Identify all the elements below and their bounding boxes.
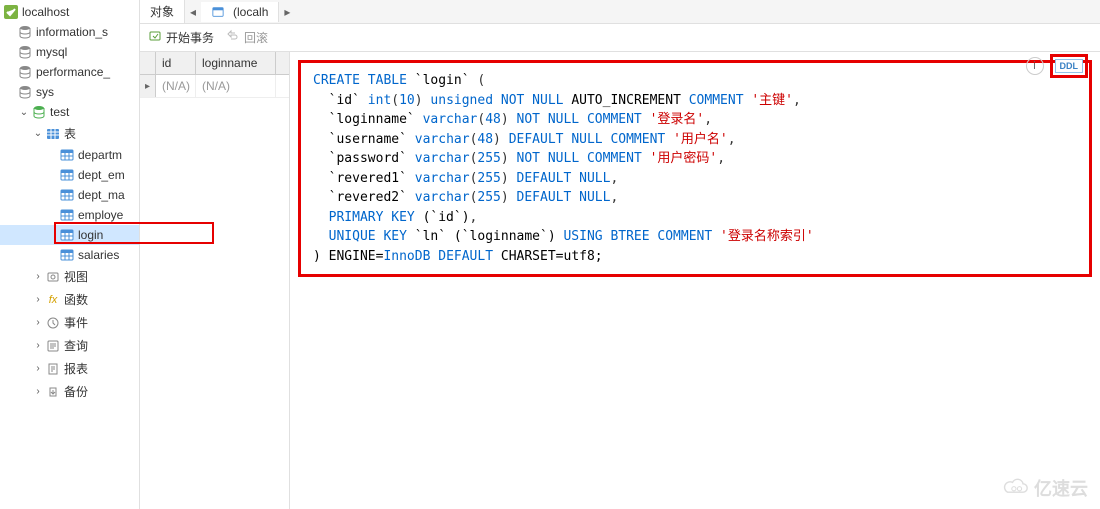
grid-header-row: id loginname [140,52,289,75]
cell-loginname[interactable]: (N/A) [196,75,276,97]
ddl-code-box[interactable]: CREATE TABLE `login` ( `id` int(10) unsi… [298,60,1092,277]
row-marker-header [140,52,156,74]
col-header-id[interactable]: id [156,52,196,74]
data-grid: id loginname ▸ (N/A) (N/A) [140,52,290,509]
db-node-information[interactable]: information_s [0,22,139,42]
btn-label: 回滚 [244,29,268,46]
chevron-right-icon[interactable]: › [32,340,44,352]
cloud-icon [1002,478,1030,498]
table-node-departm[interactable]: departm [0,145,139,165]
table-label: employe [78,208,123,222]
table-group-icon [46,127,60,141]
views-label: 视图 [64,268,88,285]
tab-label: (localh [233,5,268,19]
ddl-button-highlight: DDL [1050,54,1089,78]
tab-next-button[interactable]: ▸ [279,5,295,19]
begin-transaction-button[interactable]: 开始事务 [148,29,214,46]
db-node-mysql[interactable]: mysql [0,42,139,62]
events-label: 事件 [64,314,88,331]
db-tree-sidebar: localhost information_s mysql performanc… [0,0,140,509]
table-icon [60,168,74,182]
chevron-right-icon[interactable]: › [32,317,44,329]
db-label: test [50,105,69,119]
ddl-button[interactable]: DDL [1055,59,1084,73]
tables-label: 表 [64,125,76,142]
db-label: information_s [36,25,108,39]
chevron-right-icon[interactable]: › [32,386,44,398]
function-icon: fx [46,293,60,307]
tab-current[interactable]: (localh [201,2,279,22]
views-icon [46,270,60,284]
connection-icon [4,5,18,19]
db-node-sys[interactable]: sys [0,82,139,102]
connection-label: localhost [22,5,69,19]
grid-row[interactable]: ▸ (N/A) (N/A) [140,75,289,98]
table-icon [60,228,74,242]
reports-label: 报表 [64,360,88,377]
table-label: dept_ma [78,188,125,202]
toolbar: 开始事务 回滚 [140,24,1100,52]
chevron-right-icon[interactable]: › [32,294,44,306]
tables-folder[interactable]: ⌄表 [0,122,139,145]
database-icon [32,105,46,119]
table-icon [60,248,74,262]
clock-icon [46,316,60,330]
table-node-employe[interactable]: employe [0,205,139,225]
table-node-login[interactable]: login [0,225,139,245]
functions-folder[interactable]: ›fx 函数 [0,288,139,311]
table-node-deptem[interactable]: dept_em [0,165,139,185]
database-icon [18,25,32,39]
chevron-down-icon[interactable]: ⌄ [18,106,30,118]
views-folder[interactable]: › 视图 [0,265,139,288]
database-icon [18,45,32,59]
tab-label: 对象 [150,3,174,20]
chevron-right-icon[interactable]: › [32,363,44,375]
cell-id[interactable]: (N/A) [156,75,196,97]
table-icon [60,148,74,162]
table-label: departm [78,148,122,162]
query-icon [46,339,60,353]
backup-label: 备份 [64,383,88,400]
table-label: salaries [78,248,119,262]
database-icon [18,85,32,99]
row-marker: ▸ [140,75,156,97]
db-label: sys [36,85,54,99]
connection-node[interactable]: localhost [0,2,139,22]
watermark: 亿速云 [1002,475,1088,501]
functions-label: 函数 [64,291,88,308]
chevron-right-icon[interactable]: › [32,271,44,283]
table-label: dept_em [78,168,125,182]
table-icon [60,208,74,222]
events-folder[interactable]: › 事件 [0,311,139,334]
reports-folder[interactable]: › 报表 [0,357,139,380]
info-button[interactable]: i [1026,57,1044,75]
chevron-down-icon[interactable]: ⌄ [32,128,44,140]
transaction-icon [148,29,162,46]
report-icon [46,362,60,376]
btn-label: 开始事务 [166,29,214,46]
database-icon [18,65,32,79]
backup-folder[interactable]: › 备份 [0,380,139,403]
table-node-salaries[interactable]: salaries [0,245,139,265]
main-panel: 对象 ◂ (localh ▸ 开始事务 回滚 id loginname ▸ (N… [140,0,1100,509]
queries-label: 查询 [64,337,88,354]
rollback-icon [226,29,240,46]
watermark-text: 亿速云 [1034,475,1088,501]
db-node-test[interactable]: ⌄ test [0,102,139,122]
db-label: performance_ [36,65,110,79]
tabs-bar: 对象 ◂ (localh ▸ [140,0,1100,24]
table-icon [211,5,225,19]
table-node-deptma[interactable]: dept_ma [0,185,139,205]
db-node-performance[interactable]: performance_ [0,62,139,82]
ddl-panel: i DDL CREATE TABLE `login` ( `id` int(10… [290,52,1100,509]
db-label: mysql [36,45,67,59]
table-label: login [78,228,103,242]
queries-folder[interactable]: › 查询 [0,334,139,357]
rollback-button[interactable]: 回滚 [226,29,268,46]
table-icon [60,188,74,202]
backup-icon [46,385,60,399]
tab-objects[interactable]: 对象 [140,0,185,23]
col-header-loginname[interactable]: loginname [196,52,276,74]
tab-prev-button[interactable]: ◂ [185,5,201,19]
